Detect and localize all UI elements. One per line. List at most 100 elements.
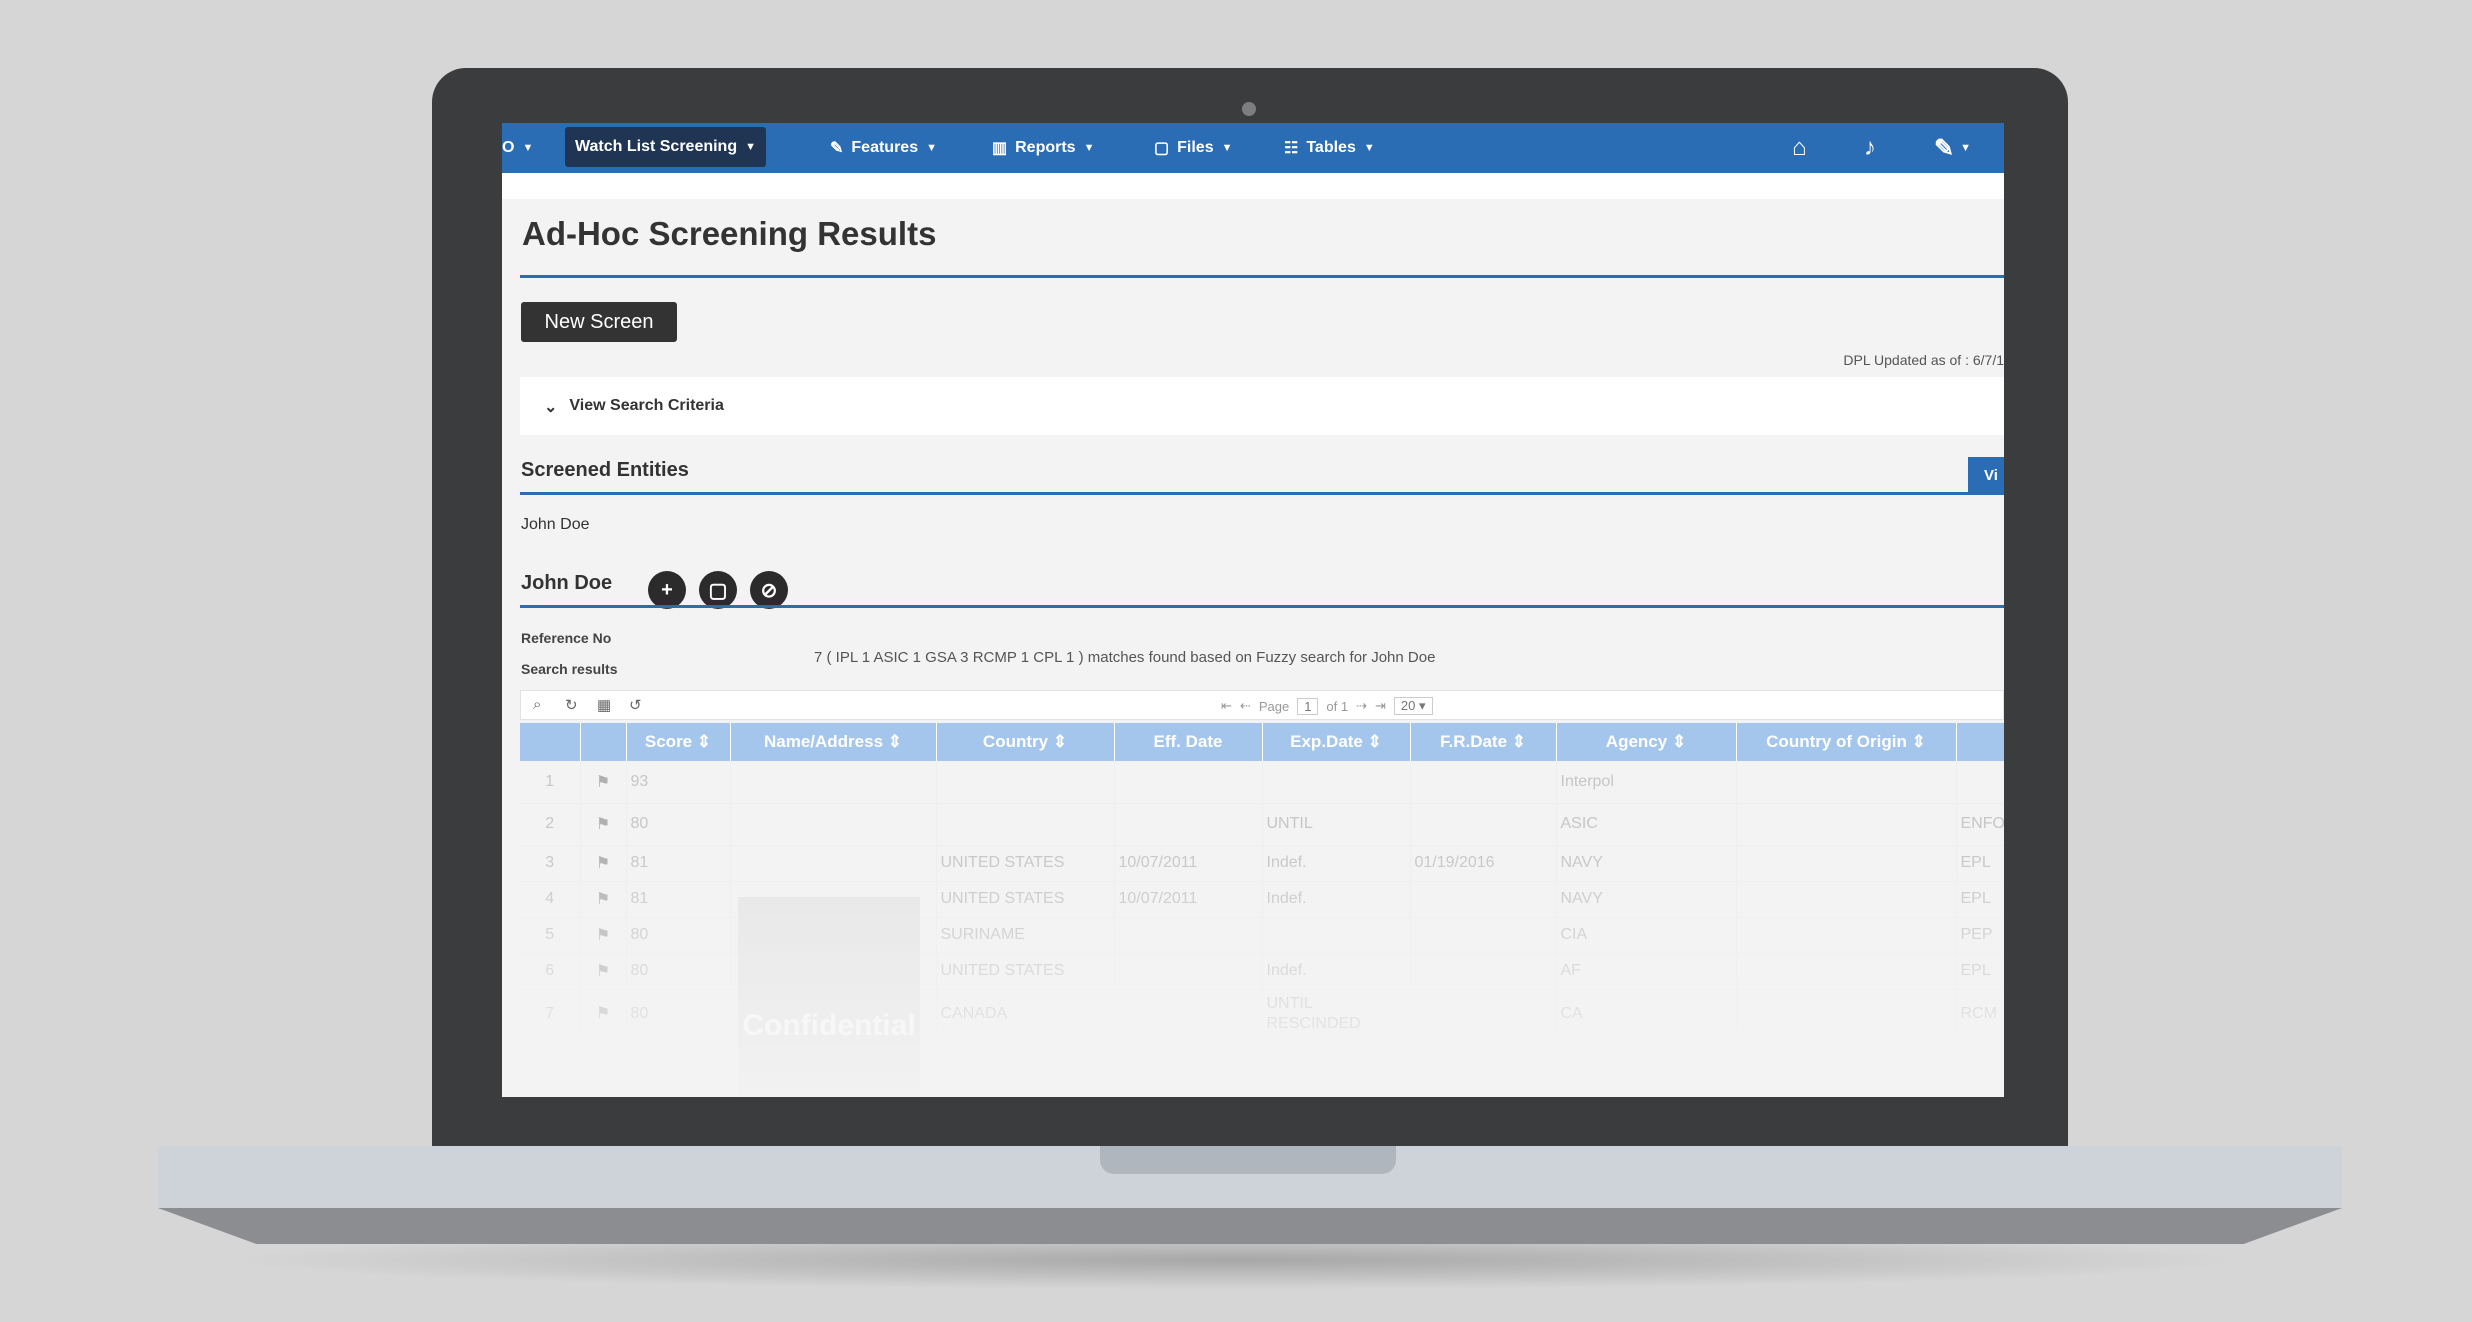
country-cell: UNITED STATES xyxy=(936,953,1115,990)
col-exp-date-header[interactable]: Exp.Date ⇕ xyxy=(1262,723,1411,761)
flag-icon[interactable]: ⚑ xyxy=(580,803,627,846)
chevron-down-icon: ⌄ xyxy=(544,399,558,416)
first-page-icon[interactable]: ⇤ xyxy=(1221,698,1232,714)
flag-icon[interactable]: ⚑ xyxy=(580,761,627,804)
refresh-icon[interactable]: ↻ xyxy=(565,696,578,714)
home-icon[interactable]: ⌂ xyxy=(1792,123,1807,173)
row-number: 7 xyxy=(520,989,581,1040)
dpl-updated-text: DPL Updated as of : 6/7/1 xyxy=(1843,352,2004,368)
table-row[interactable]: 2 ⚑ 80 UNTIL ASIC ENFO xyxy=(520,803,2004,846)
eff-date-cell xyxy=(1114,917,1263,954)
flag-icon[interactable]: ⚑ xyxy=(580,845,627,882)
flag-icon[interactable]: ⚑ xyxy=(580,989,627,1040)
last-page-icon[interactable]: ⇥ xyxy=(1375,698,1386,714)
country-cell xyxy=(936,803,1115,846)
agency-cell: CIA xyxy=(1556,917,1737,954)
col-country-of-origin-header[interactable]: Country of Origin ⇕ xyxy=(1736,723,1957,761)
next-page-icon[interactable]: ⇢ xyxy=(1356,698,1367,714)
col-c-header[interactable]: C xyxy=(1956,723,2004,761)
exp-date-cell xyxy=(1262,761,1411,804)
flag-icon[interactable]: ⚑ xyxy=(580,917,627,954)
reference-no-label: Reference No xyxy=(521,630,612,646)
chevron-down-icon: ▼ xyxy=(1083,142,1095,154)
exp-date-cell: Indef. xyxy=(1262,845,1411,882)
score-cell: 80 xyxy=(626,989,731,1040)
col-name-address-header[interactable]: Name/Address ⇕ xyxy=(730,723,937,761)
nav-item-watch-list-screening[interactable]: Watch List Screening ▼ xyxy=(565,127,766,167)
page-size-select[interactable]: 20 ▾ xyxy=(1393,697,1433,715)
nav-spacer xyxy=(502,173,2004,199)
eff-date-cell xyxy=(1114,761,1263,804)
laptop-notch xyxy=(1100,1146,1396,1174)
view-search-criteria-toggle[interactable]: ⌄ View Search Criteria xyxy=(544,397,724,417)
country-cell: UNITED STATES xyxy=(936,881,1115,918)
nav-item-reports[interactable]: ▥ Reports ▼ xyxy=(992,123,1094,173)
col-flag-header xyxy=(580,723,627,761)
add-icon[interactable]: + xyxy=(648,571,686,609)
table-row[interactable]: 1 ⚑ 93 Interpol xyxy=(520,761,2004,804)
row-number: 2 xyxy=(520,803,581,846)
row-number: 5 xyxy=(520,917,581,954)
laptop-base-edge xyxy=(158,1208,2342,1244)
country-cell xyxy=(936,761,1115,804)
fr-date-cell xyxy=(1410,989,1557,1040)
fr-date-cell: 01/19/2016 xyxy=(1410,845,1557,882)
title-divider xyxy=(520,275,2004,278)
bell-icon[interactable]: ♪ xyxy=(1864,123,1876,173)
search-criteria-panel[interactable]: ⌄ View Search Criteria xyxy=(520,377,2004,435)
score-cell: 93 xyxy=(626,761,731,804)
fr-date-cell xyxy=(1410,953,1557,990)
nav-item-label: Reports xyxy=(1015,139,1076,156)
exp-date-cell: UNTIL xyxy=(1262,803,1411,846)
agency-cell: NAVY xyxy=(1556,881,1737,918)
nav-item-label: Files xyxy=(1177,139,1214,156)
attachment-icon[interactable]: ⊘ xyxy=(750,571,788,609)
nav-item-tables[interactable]: ☷ Tables ▼ xyxy=(1284,123,1375,173)
view-button[interactable]: Vi xyxy=(1968,457,2004,493)
nav-item-files[interactable]: ▢ Files ▼ xyxy=(1154,123,1232,173)
col-country-header[interactable]: Country ⇕ xyxy=(936,723,1115,761)
search-icon[interactable]: ⌕ xyxy=(533,696,541,713)
col-eff-date-header[interactable]: Eff. Date xyxy=(1114,723,1263,761)
prev-page-icon[interactable]: ⇠ xyxy=(1240,698,1251,714)
agency-cell: AF xyxy=(1556,953,1737,990)
name-cell xyxy=(730,803,937,846)
bar-chart-icon: ▥ xyxy=(992,140,1008,157)
page-input[interactable]: 1 xyxy=(1297,697,1319,715)
table-row[interactable]: 3 ⚑ 81 UNITED STATES 10/07/2011 Indef. 0… xyxy=(520,845,2004,882)
confidential-overlay: Confidential xyxy=(738,897,920,1097)
fr-date-cell xyxy=(1410,803,1557,846)
new-screen-button[interactable]: New Screen xyxy=(521,302,677,342)
exp-date-cell: UNTIL RESCINDED xyxy=(1262,989,1411,1040)
wrench-icon[interactable]: ✎ ▼ xyxy=(1934,123,1971,173)
nav-item-left[interactable]: O ▼ xyxy=(502,123,533,173)
col-agency-header[interactable]: Agency ⇕ xyxy=(1556,723,1737,761)
nav-item-features[interactable]: ✎ Features ▼ xyxy=(830,123,937,173)
country-cell: SURINAME xyxy=(936,917,1115,954)
origin-cell xyxy=(1736,989,1957,1040)
agency-cell: Interpol xyxy=(1556,761,1737,804)
col-score-header[interactable]: Score ⇕ xyxy=(626,723,731,761)
nav-item-label: Features xyxy=(851,139,919,156)
score-cell: 81 xyxy=(626,881,731,918)
chevron-down-icon: ▼ xyxy=(1221,142,1233,154)
fr-date-cell xyxy=(1410,761,1557,804)
col-fr-date-header[interactable]: F.R.Date ⇕ xyxy=(1410,723,1557,761)
country-cell: UNITED STATES xyxy=(936,845,1115,882)
reset-icon[interactable]: ↺ xyxy=(629,696,642,714)
page-of-label: of 1 xyxy=(1326,698,1349,714)
eff-date-cell xyxy=(1114,953,1263,990)
grid-toolbar: ⌕ ↻ ▦ ↺ ⇤ ⇠ Page 1 of 1 ⇢ ⇥ 20 ▾ xyxy=(520,690,2004,720)
document-icon[interactable]: ▢ xyxy=(699,571,737,609)
flag-icon[interactable]: ⚑ xyxy=(580,881,627,918)
columns-icon[interactable]: ▦ xyxy=(597,696,611,714)
file-icon: ▢ xyxy=(1154,140,1170,157)
page-size-value: 20 xyxy=(1400,698,1416,713)
results-table-container: Score ⇕ Name/Address ⇕ Country ⇕ Eff. Da… xyxy=(520,723,2004,1097)
flag-icon[interactable]: ⚑ xyxy=(580,953,627,990)
c-cell: PEP xyxy=(1956,917,2004,954)
exp-date-cell: Indef. xyxy=(1262,953,1411,990)
eff-date-cell: 10/07/2011 xyxy=(1114,845,1263,882)
c-cell: EPL xyxy=(1956,953,2004,990)
score-cell: 80 xyxy=(626,803,731,846)
